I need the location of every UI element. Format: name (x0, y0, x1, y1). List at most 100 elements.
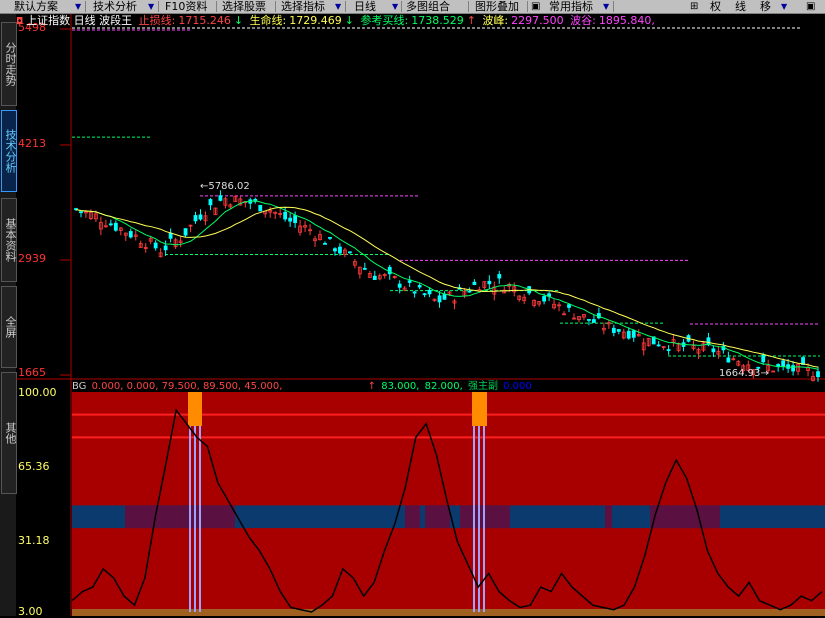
candle-body (666, 349, 671, 351)
candle-body (412, 291, 417, 294)
stock-name: 上证指数 日线 波段王 (26, 14, 133, 27)
indicator-extra-c: 0.000 (503, 381, 532, 392)
low-annotation: 1664.93→ (719, 368, 769, 379)
candle-body (79, 211, 83, 214)
indicator-band-highlight (425, 505, 450, 529)
price-tick: 4213 (18, 137, 46, 150)
candle-body (631, 330, 636, 338)
indicator-band-highlight (605, 505, 612, 529)
ref-buy-label: 参考买线: (360, 14, 409, 27)
candle-body (288, 217, 293, 222)
candle-body (218, 195, 223, 201)
candle-body (417, 285, 422, 288)
signal-bar (473, 426, 475, 612)
candle-body (422, 293, 427, 296)
indicator-info-bar: BG 0.000, 0.000, 79.500, 89.500, 45.000,… (72, 381, 534, 393)
indicator-tick: 100.00 (18, 386, 57, 399)
chart-canvas (16, 14, 825, 616)
candle-body (442, 293, 447, 300)
candle-body (128, 231, 133, 238)
candle-body (193, 215, 198, 222)
peak-value: 2297.500 (511, 14, 564, 27)
candle-body (113, 222, 118, 231)
candle-body (397, 283, 402, 288)
candle-body (258, 205, 263, 212)
candle-body (726, 357, 731, 363)
candle-body (283, 211, 288, 220)
candle-body (626, 330, 631, 339)
candle-body (427, 289, 432, 295)
candle-body (816, 371, 820, 378)
candle-body (168, 232, 173, 239)
candle-body (592, 319, 596, 323)
candle-body (183, 228, 188, 236)
candle-body (163, 245, 168, 251)
signal-bar-top (472, 392, 487, 427)
trough-value: 1895.840, (598, 14, 655, 27)
candle-body (108, 223, 113, 226)
candle-body (467, 290, 472, 293)
high-annotation: ←5786.02 (200, 181, 250, 192)
price-tick: 1665 (18, 366, 46, 379)
arrow-down-icon: ↓ (344, 14, 354, 27)
indicator-extra-label: 强主副 (467, 381, 498, 392)
price-tick: 2939 (18, 252, 46, 265)
candle-body (153, 242, 158, 249)
signal-bar (189, 426, 191, 612)
candle-body (338, 246, 342, 254)
candle-body (611, 327, 616, 333)
candle-body (616, 329, 621, 332)
candle-body (208, 199, 213, 206)
candle-body (497, 274, 502, 279)
candle-body (437, 295, 442, 303)
arrow-up-icon: ↑ (466, 14, 476, 27)
signal-bar (194, 426, 196, 612)
candle-body (472, 281, 477, 285)
indicator-tick: 3.00 (18, 605, 43, 618)
trough-label: 波谷: (570, 14, 596, 27)
signal-bar (483, 426, 485, 612)
indicator-name: BG (72, 381, 87, 392)
arrow-down-icon: ↓ (233, 14, 244, 27)
candle-body (328, 236, 332, 239)
signal-bar-top (188, 392, 202, 427)
candle-body (293, 215, 298, 224)
indicator-band-highlight (650, 505, 720, 529)
candle-body (656, 344, 661, 347)
indicator-floor (72, 609, 825, 616)
chart-info-bar: ◘ 上证指数 日线 波段王 止损线: 1715.246 ↓ 生命线: 1729.469 ↓… (16, 14, 825, 28)
indicator-extra-a: 83.000, (381, 381, 420, 392)
indicator-band-highlight (405, 505, 420, 529)
peak-label: 波峰: (482, 14, 509, 27)
candle-body (791, 365, 796, 372)
candle-body (567, 304, 571, 308)
candle-body (761, 354, 766, 363)
indicator-values: 0.000, 0.000, 79.500, 89.500, 45.000, (91, 381, 283, 392)
stop-loss-label: 止损线: (138, 14, 176, 27)
indicator-tick: 31.18 (18, 534, 50, 547)
candle-body (407, 280, 412, 283)
life-line-value: 1729.469 (289, 14, 342, 27)
arrow-right-icon: → (760, 368, 769, 379)
ref-buy-value: 1738.529 (411, 14, 464, 27)
candle-body (711, 348, 716, 353)
candle-body (487, 280, 492, 285)
candle-body (587, 319, 591, 321)
indicator-band-highlight (125, 505, 235, 529)
candle-body (781, 360, 786, 367)
candle-body (387, 266, 392, 275)
indicator-extra-b: 82.000, (424, 381, 463, 392)
indicator-tick: 65.36 (18, 460, 50, 473)
life-line-label: 生命线: (249, 14, 287, 27)
indicator-icon: ◘ (16, 17, 24, 27)
stop-loss-value: 1715.246 (178, 14, 231, 27)
candle-body (347, 251, 352, 254)
signal-bar (199, 426, 201, 612)
candle-body (372, 275, 377, 280)
candle-body (198, 214, 203, 220)
arrow-up-icon: ↑ (367, 381, 377, 392)
candle-body (542, 296, 547, 302)
candle-body (323, 242, 327, 245)
candle-body (333, 248, 337, 252)
candle-body (362, 267, 367, 270)
